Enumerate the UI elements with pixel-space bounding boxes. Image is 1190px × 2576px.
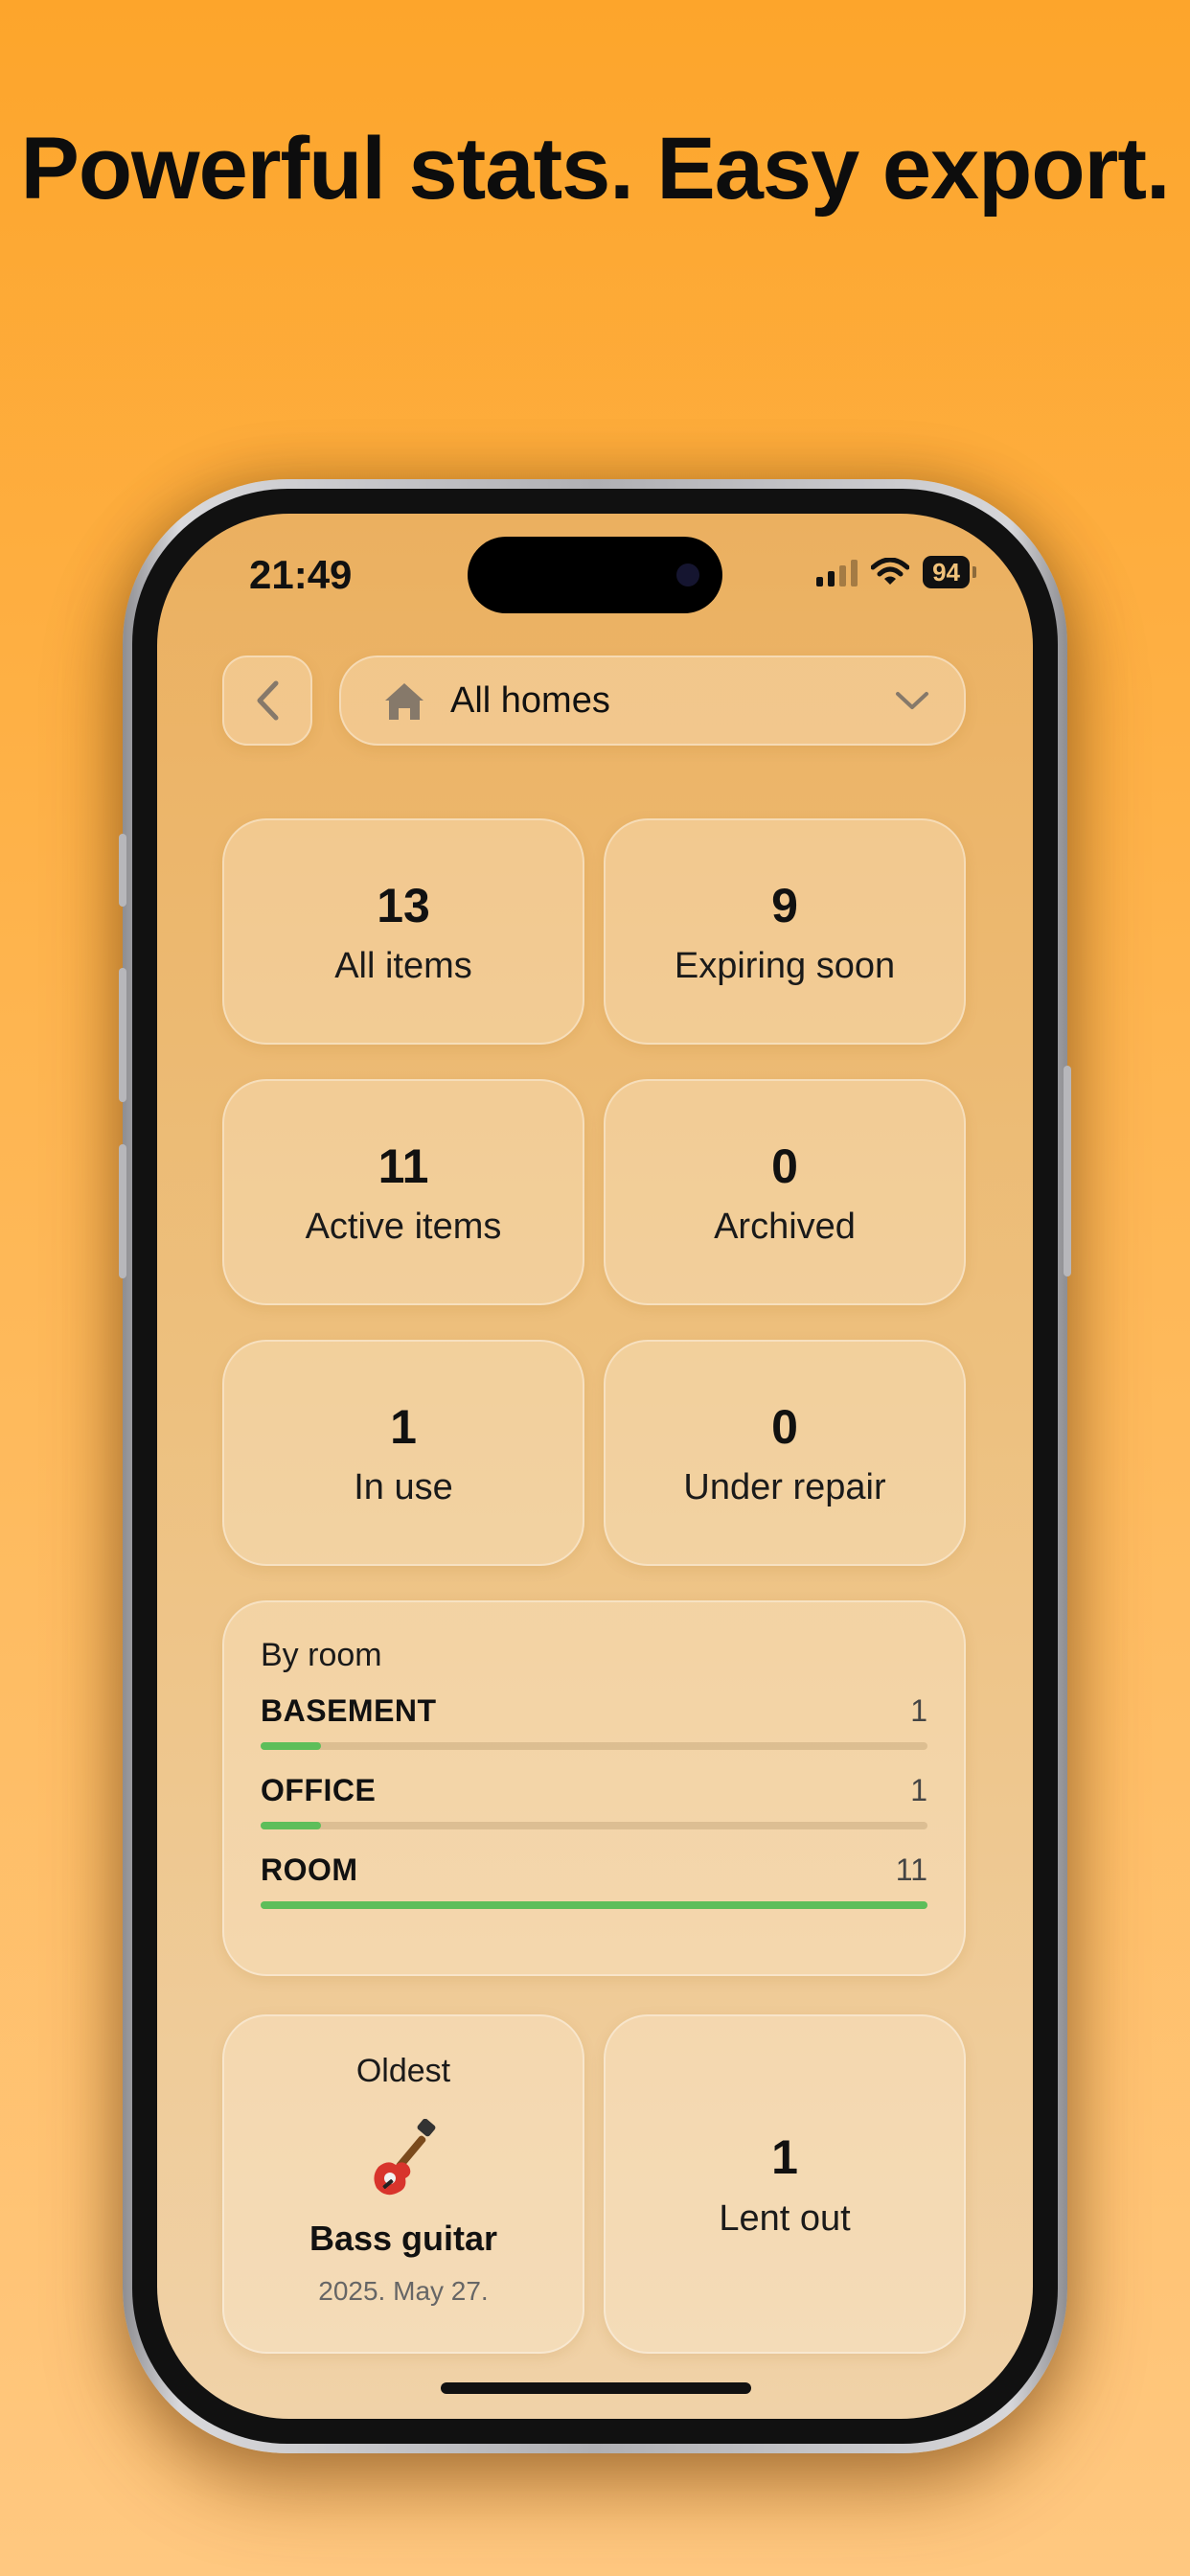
room-row-basement[interactable]: BASEMENT 1 [261,1693,927,1750]
stat-all-items[interactable]: 13 All items [222,818,584,1045]
room-bar-fill [261,1822,321,1829]
stat-under-repair[interactable]: 0 Under repair [604,1340,966,1566]
back-button[interactable] [222,656,312,746]
volume-up-button [119,968,126,1102]
stat-label: Expiring soon [674,945,896,986]
room-bar-fill [261,1901,927,1909]
room-count: 11 [895,1852,927,1887]
power-button [1064,1066,1071,1276]
house-icon [385,683,423,720]
stat-value: 1 [771,2129,798,2184]
home-selector-label: All homes [450,679,610,721]
stat-archived[interactable]: 0 Archived [604,1079,966,1305]
room-count: 1 [910,1693,927,1728]
by-room-card: By room BASEMENT 1 OFFICE 1 ROOM 11 [222,1600,966,1976]
stat-value: 13 [377,878,430,932]
room-name: ROOM [261,1852,358,1887]
room-count: 1 [910,1773,927,1807]
stat-in-use[interactable]: 1 In use [222,1340,584,1566]
battery-indicator: 94 [923,556,976,588]
chevron-down-icon [896,692,928,709]
room-bar-track [261,1901,927,1909]
stat-label: Archived [714,1206,856,1247]
oldest-item-date: 2025. May 27. [318,2276,489,2306]
cellular-signal-icon [816,558,858,586]
room-bar-track [261,1742,927,1750]
stat-label: Active items [305,1206,502,1247]
by-room-title: By room [261,1637,382,1673]
stat-value: 11 [378,1138,429,1193]
room-row-office[interactable]: OFFICE 1 [261,1773,927,1829]
stat-value: 9 [771,878,798,932]
guitar-icon [374,2119,436,2196]
oldest-title: Oldest [355,2053,451,2089]
stat-value: 0 [771,1399,798,1454]
stat-label: Lent out [719,2197,851,2239]
status-icons: 94 [816,556,976,588]
wifi-icon [871,558,910,585]
stat-value: 1 [390,1399,417,1454]
home-indicator[interactable] [441,2382,751,2394]
status-time: 21:49 [249,552,353,597]
room-row-room[interactable]: ROOM 11 [261,1852,927,1909]
stat-value: 0 [771,1138,798,1193]
room-bar-track [261,1822,927,1829]
oldest-item-name: Bass guitar [309,2219,498,2258]
room-name: OFFICE [261,1773,377,1807]
room-bar-fill [261,1742,321,1750]
room-name: BASEMENT [261,1693,437,1728]
chevron-left-icon [257,680,279,721]
stat-label: Under repair [683,1466,886,1507]
action-button [119,834,126,907]
home-selector[interactable]: All homes [339,656,966,746]
dynamic-island [468,537,722,613]
headline: Powerful stats. Easy export. [20,120,1170,218]
stat-label: In use [354,1466,453,1507]
stat-expiring-soon[interactable]: 9 Expiring soon [604,818,966,1045]
oldest-item-card[interactable]: Oldest Bass guitar 2025. May 27. [222,2014,584,2354]
stat-active-items[interactable]: 11 Active items [222,1079,584,1305]
phone-screen: 21:49 94 All homes 13 All items 9 Expiri… [157,514,1033,2419]
volume-down-button [119,1144,126,1278]
stat-lent-out[interactable]: 1 Lent out [604,2014,966,2354]
stat-label: All items [334,945,472,986]
